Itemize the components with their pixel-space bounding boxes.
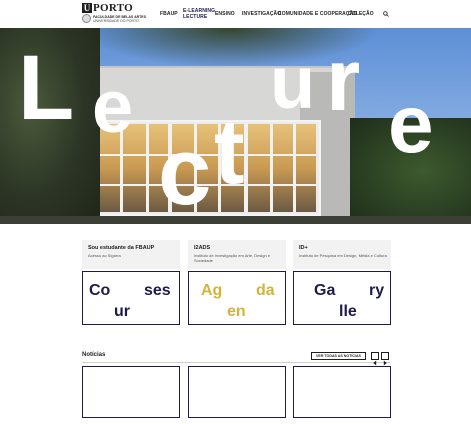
tile-word: Ag [201,282,223,299]
info-card-subtitle: Acesso ao Sigarra [88,253,121,258]
info-card-title: ID+ [299,245,308,251]
hero-letter-t: t [214,101,245,203]
hero-banner: L e c t u r e [0,28,471,224]
tile-word: lle [339,303,357,320]
window-mullion [146,124,149,212]
info-card-subtitle: Instituto de Investigação em Arte, Desig… [194,253,271,263]
search-icon[interactable] [383,11,389,17]
news-next-button[interactable] [381,352,389,366]
logo-university: UNIVERSIDADE DO PORTO [93,19,139,23]
logo-mark: U [82,3,92,13]
news-divider [82,362,390,363]
tile-word: da [256,282,275,299]
tile-word: en [227,303,246,320]
see-all-news-button[interactable]: VER TODAS AS NOTÍCIAS [311,352,366,360]
news-card[interactable] [188,366,286,418]
tile-word: ry [369,282,385,299]
news-heading: Notícias [82,352,106,358]
hero-letter-e2: e [388,79,434,170]
tile-courses[interactable]: Co ses ur [82,271,180,325]
hero-letter-e: e [92,65,134,148]
nav-item-elearning-sublabel: LECTURE [183,14,208,20]
fbaup-logo[interactable]: U PORTO FACULDADE DE BELAS ARTES UNIVERS… [82,2,146,25]
nav-item-colecao[interactable]: COLEÇÃO [348,11,374,17]
tile-word: ses [144,282,171,299]
hero-letter-r: r [326,30,361,129]
window-mullion [270,124,273,212]
hero-letter-c: c [158,118,212,224]
window-mullion [293,124,296,212]
nav-item-elearning[interactable]: E-LEARNING LECTURE [183,8,215,20]
info-card-i2ads[interactable]: I2ADS Instituto de Investigação em Arte,… [188,240,286,269]
info-card-title: I2ADS [194,245,211,251]
info-card-subtitle: Instituto de Pesquisa em Design, Média e… [299,253,387,258]
nav-item-ensino[interactable]: ENSINO [215,11,235,17]
hero-ground [0,216,471,224]
nav-item-fbaup[interactable]: FBAUP [160,11,178,17]
seal-icon [82,14,91,23]
news-card[interactable] [82,366,180,418]
info-card-idplus[interactable]: ID+ Instituto de Pesquisa em Design, Méd… [293,240,391,269]
site-header: U PORTO FACULDADE DE BELAS ARTES UNIVERS… [0,0,471,28]
news-card[interactable] [293,366,391,418]
tile-word: Ga [314,282,336,299]
tile-word: ur [114,303,130,320]
tile-agenda[interactable]: Ag da en [188,271,286,325]
hero-letter-u: u [270,41,316,124]
tile-word: Co [89,282,111,299]
tile-gallery[interactable]: Ga ry lle [293,271,391,325]
news-prev-button[interactable] [371,352,379,366]
nav-item-investigacao[interactable]: INVESTIGAÇÃO [242,11,281,17]
hero-letter-l: L [18,37,75,139]
logo-word: PORTO [93,2,134,14]
info-card-student[interactable]: Sou estudante da FBAUP Acesso ao Sigarra [82,240,180,269]
info-card-title: Sou estudante da FBAUP [88,245,155,251]
nav-item-comunidade[interactable]: COMUNIDADE E COOPERAÇÃO [278,11,357,17]
